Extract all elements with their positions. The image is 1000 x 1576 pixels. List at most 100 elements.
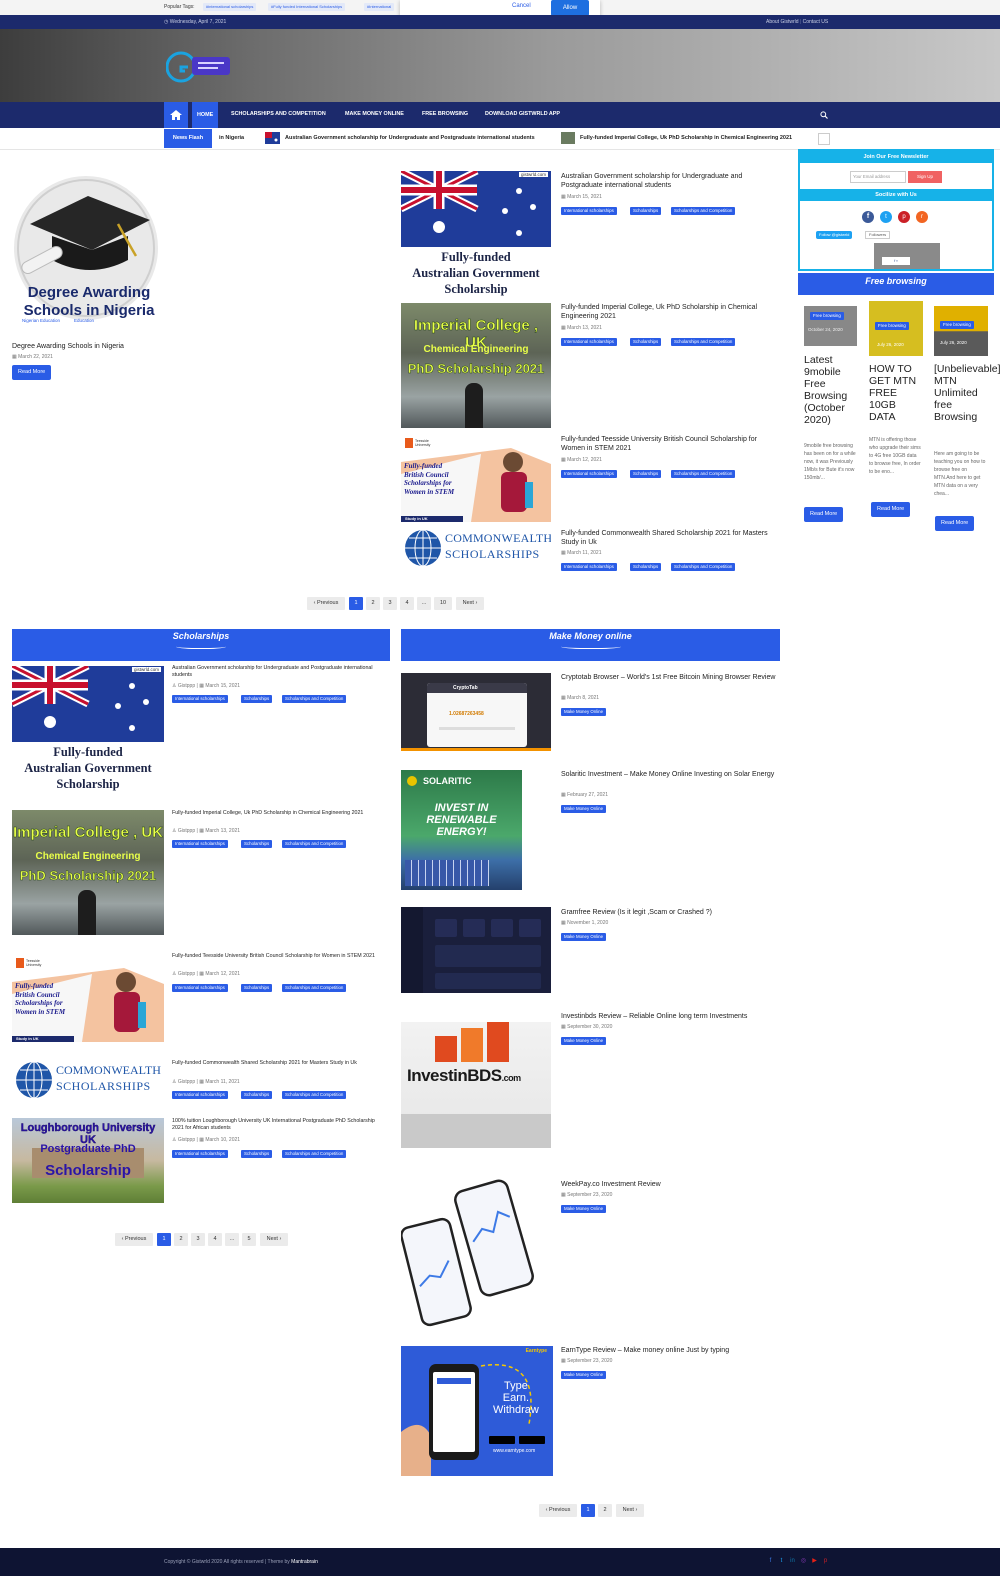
post-author[interactable]: Gistppp <box>178 683 195 689</box>
nav-download-app[interactable]: DOWNLOAD GISTWRLD APP <box>485 111 560 117</box>
pagination-page[interactable]: 4 <box>208 1233 222 1246</box>
rss-icon[interactable]: r <box>916 211 928 223</box>
pagination-page[interactable]: 10 <box>434 597 452 610</box>
category-badge[interactable]: International scholarships <box>172 984 228 992</box>
post-title[interactable]: Fully-funded Imperial College, Uk PhD Sc… <box>561 303 776 321</box>
post-thumbnail[interactable]: Imperial College , UK Chemical Engineeri… <box>401 303 551 428</box>
post-title[interactable]: Cryptotab Browser – World's 1st Free Bit… <box>561 673 781 682</box>
category-badge[interactable]: Scholarships <box>241 840 273 848</box>
read-more-button[interactable]: Read More <box>871 502 911 517</box>
post-thumbnail[interactable]: Imperial College , UK Chemical Engineeri… <box>12 810 164 935</box>
category-badge[interactable]: Scholarships and Competition <box>282 840 347 848</box>
category-badge[interactable]: Make Money Online <box>561 708 607 716</box>
pinterest-icon[interactable]: p <box>898 211 910 223</box>
post-title[interactable]: Fully-funded Commonwealth Shared Scholar… <box>172 1060 387 1067</box>
post-title[interactable]: Fully-funded Teesside University British… <box>561 435 776 453</box>
post-thumbnail[interactable]: CryptoTab 1.02687263458 <box>401 673 551 751</box>
contact-link[interactable]: Contact US <box>803 19 829 25</box>
post-thumbnail[interactable]: InvestinBDS.com <box>401 1022 551 1148</box>
free-browsing-thumb[interactable]: Free browsing October 24, 2020 <box>804 306 857 346</box>
twitter-icon[interactable]: t <box>880 211 892 223</box>
tag-link[interactable]: #International <box>364 3 395 11</box>
pagination-page[interactable]: 3 <box>383 597 397 610</box>
category-badge[interactable]: Scholarships and Competition <box>282 695 347 703</box>
pagination-next[interactable]: Next › <box>260 1233 288 1246</box>
post-thumbnail[interactable]: gistwrld.com Fully-funded Australian Gov… <box>401 171 551 298</box>
featured-image-cat[interactable]: Nigerian Education <box>22 318 60 323</box>
theme-author-link[interactable]: Mantrabrain <box>291 1559 318 1565</box>
post-title[interactable]: Fully-funded Commonwealth Shared Scholar… <box>561 529 776 547</box>
category-badge[interactable]: Scholarships <box>630 563 662 571</box>
pagination-previous[interactable]: ‹ Previous <box>539 1504 577 1517</box>
allow-button[interactable]: Allow <box>551 0 589 16</box>
category-badge[interactable]: International scholarships <box>561 207 617 215</box>
pagination-page[interactable]: 1 <box>581 1504 595 1517</box>
featured-post-image[interactable]: Degree Awarding Schools in Nigeria Niger… <box>10 176 168 326</box>
twitter-follow-button[interactable]: Follow @gistwrld <box>816 231 853 239</box>
free-browsing-thumb[interactable]: Free browsing July 26, 2020 <box>934 306 988 356</box>
post-thumbnail[interactable]: COMMONWEALTH SCHOLARSHIPS <box>12 1059 164 1101</box>
post-thumbnail[interactable]: Teesside University Fully-funded British… <box>12 954 164 1042</box>
newsletter-email-input[interactable]: Your Email address <box>850 171 906 183</box>
linkedin-icon[interactable]: in <box>789 1558 796 1565</box>
category-badge[interactable]: Scholarships and Competition <box>671 563 736 571</box>
category-badge[interactable]: International scholarships <box>172 1091 228 1099</box>
tag-link[interactable]: #international scholarships <box>203 3 257 11</box>
category-badge[interactable]: International scholarships <box>561 470 617 478</box>
post-title[interactable]: Australian Government scholarship for Un… <box>172 665 387 679</box>
read-more-button[interactable]: Read More <box>935 516 975 531</box>
pagination-page[interactable]: 2 <box>174 1233 188 1246</box>
free-browsing-title[interactable]: Latest 9mobile Free Browsing (October 20… <box>804 354 856 426</box>
category-badge[interactable]: Scholarships <box>630 470 662 478</box>
ticker-item[interactable]: Australian Government scholarship for Un… <box>285 135 535 141</box>
featured-post-title[interactable]: Degree Awarding Schools in Nigeria <box>12 342 172 351</box>
pagination-page[interactable]: 2 <box>366 597 380 610</box>
twitter-icon[interactable]: t <box>778 1558 785 1565</box>
featured-image-cat[interactable]: Education <box>74 318 94 323</box>
category-badge[interactable]: International scholarships <box>172 695 228 703</box>
post-thumbnail[interactable]: SOLARITIC INVEST IN RENEWABLE ENERGY! <box>401 770 522 890</box>
free-browsing-badge[interactable]: Free browsing <box>810 312 844 320</box>
category-badge[interactable]: Scholarships and Competition <box>282 1091 347 1099</box>
category-badge[interactable]: Make Money Online <box>561 805 607 813</box>
signup-button[interactable]: Sign Up <box>908 171 942 183</box>
category-badge[interactable]: International scholarships <box>172 840 228 848</box>
pagination-page[interactable]: 3 <box>191 1233 205 1246</box>
about-link[interactable]: About Gistwrld <box>766 19 799 25</box>
post-thumbnail[interactable] <box>401 907 551 993</box>
read-more-button[interactable]: Read More <box>804 507 844 522</box>
post-thumbnail[interactable]: gistwrld.com Fully-funded Australian Gov… <box>12 666 164 793</box>
post-author[interactable]: Gistppp <box>178 828 195 834</box>
pagination-page[interactable]: 1 <box>349 597 363 610</box>
post-title[interactable]: Fully-funded Teesside University British… <box>172 953 387 960</box>
ticker-item[interactable]: in Nigeria <box>219 135 244 141</box>
nav-home[interactable]: HOME <box>192 102 219 128</box>
post-thumbnail[interactable]: Teesside University Fully-funded British… <box>401 434 551 522</box>
page-like-image[interactable]: f ▪ <box>874 243 940 269</box>
post-author[interactable]: Gistppp <box>178 1137 195 1143</box>
category-badge[interactable]: Scholarships <box>241 1091 273 1099</box>
like-page-icon[interactable]: f ▪ <box>882 257 910 265</box>
free-browsing-title[interactable]: HOW TO GET MTN FREE 10GB DATA <box>869 363 925 423</box>
category-badge[interactable]: International scholarships <box>561 338 617 346</box>
youtube-icon[interactable]: ▶ <box>811 1558 818 1565</box>
facebook-icon[interactable]: f <box>767 1558 774 1565</box>
pagination-page[interactable]: 5 <box>242 1233 256 1246</box>
category-badge[interactable]: Scholarships and Competition <box>282 1150 347 1158</box>
pagination-page[interactable]: 4 <box>400 597 414 610</box>
post-title[interactable]: WeekPay.co Investment Review <box>561 1180 781 1189</box>
post-title[interactable]: EarnType Review – Make money online Just… <box>561 1346 781 1355</box>
category-badge[interactable]: Make Money Online <box>561 1205 607 1213</box>
tag-link[interactable]: #Fully funded International Scholarships <box>268 3 346 11</box>
category-badge[interactable]: Scholarships <box>630 207 662 215</box>
facebook-icon[interactable]: f <box>862 211 874 223</box>
category-badge[interactable]: Scholarships and Competition <box>671 207 736 215</box>
category-badge[interactable]: International scholarships <box>172 1150 228 1158</box>
post-thumbnail[interactable]: COMMONWEALTH SCHOLARSHIPS <box>401 527 551 569</box>
cancel-button[interactable]: Cancel <box>512 3 531 9</box>
pagination-page[interactable]: 2 <box>598 1504 612 1517</box>
pagination-page[interactable]: 1 <box>157 1233 171 1246</box>
read-more-button[interactable]: Read More <box>12 365 52 380</box>
free-browsing-thumb[interactable]: Free browsing July 26, 2020 <box>869 301 923 356</box>
category-badge[interactable]: Scholarships <box>241 1150 273 1158</box>
